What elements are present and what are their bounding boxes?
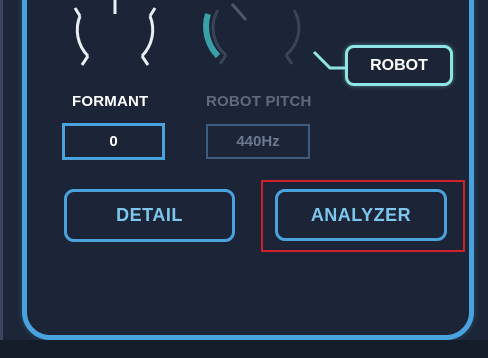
formant-label: FORMANT (72, 93, 149, 110)
detail-button[interactable]: DETAIL (64, 189, 235, 242)
formant-value-field[interactable]: 0 (62, 123, 165, 160)
robot-pitch-label: ROBOT PITCH (206, 93, 312, 110)
robot-mode-button[interactable]: ROBOT (345, 45, 453, 86)
robot-pitch-value-field[interactable]: 440Hz (206, 124, 310, 159)
bottom-strip (0, 340, 488, 358)
plugin-window: FORMANT ROBOT PITCH 0 440Hz ROBOT DETAIL… (0, 0, 488, 358)
analyzer-highlight-box (261, 180, 465, 252)
